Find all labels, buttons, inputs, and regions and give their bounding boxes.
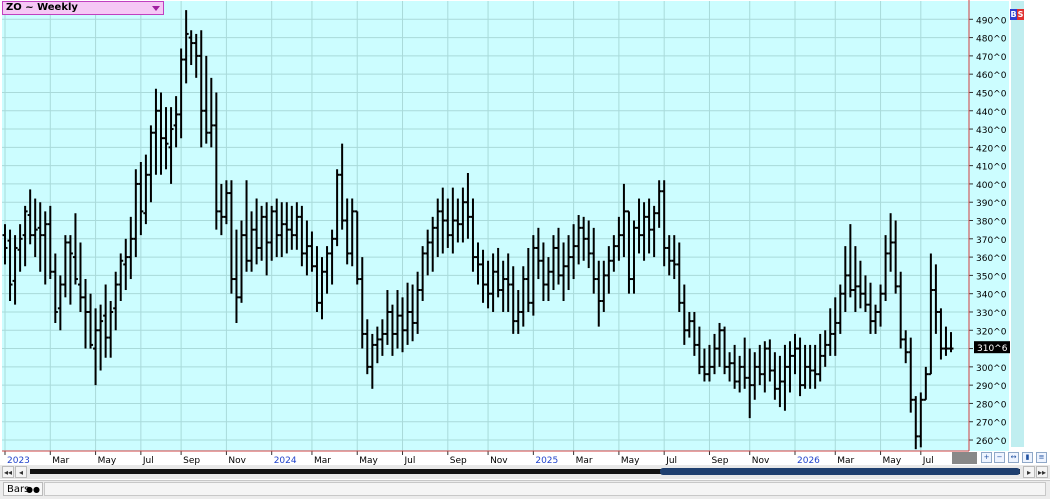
- y-tick-label: 280^0: [976, 400, 1007, 410]
- zoom-in-icon[interactable]: +: [981, 452, 992, 463]
- y-tick-label: 420^0: [976, 144, 1007, 154]
- y-tick-label: 390^0: [976, 199, 1007, 209]
- scroll-icon[interactable]: ↔: [1008, 452, 1019, 463]
- y-tick-label: 300^0: [976, 364, 1007, 374]
- y-tick-label: 340^0: [976, 291, 1007, 301]
- scroll-left-button[interactable]: ◂: [15, 466, 27, 478]
- y-tick-label: 380^0: [976, 218, 1007, 228]
- x-tick-label: May: [98, 456, 117, 465]
- x-tick-label: Nov: [752, 456, 770, 465]
- y-tick-label: 470^0: [976, 53, 1007, 63]
- buy-icon[interactable]: B: [1010, 9, 1017, 20]
- y-tick-label: 460^0: [976, 71, 1007, 81]
- chevron-down-icon: [152, 6, 160, 11]
- last-price-label: 310^6: [977, 344, 1008, 354]
- x-tick-label: Mar: [837, 456, 854, 465]
- y-tick-label: 360^0: [976, 254, 1007, 264]
- status-field: [44, 482, 1046, 496]
- x-tick-label: Jul: [922, 456, 934, 465]
- y-tick-label: 290^0: [976, 382, 1007, 392]
- price-chart: 260^0270^0280^0290^0300^0310^0320^0330^0…: [0, 0, 1050, 465]
- scroll-first-button[interactable]: ◂◂: [2, 466, 14, 478]
- x-tick-label: Mar: [52, 456, 69, 465]
- y-tick-label: 410^0: [976, 163, 1007, 173]
- x-tick-label: Sep: [183, 456, 200, 465]
- x-tick-label: Jul: [142, 456, 154, 465]
- y-tick-label: 260^0: [976, 437, 1007, 447]
- y-tick-label: 370^0: [976, 236, 1007, 246]
- y-tick-label: 450^0: [976, 89, 1007, 99]
- y-tick-label: 270^0: [976, 419, 1007, 429]
- x-tick-label: 2025: [535, 456, 558, 465]
- x-tick-label: Mar: [576, 456, 593, 465]
- y-tick-label: 330^0: [976, 309, 1007, 319]
- y-tick-label: 350^0: [976, 272, 1007, 282]
- scroll-thumb[interactable]: [660, 468, 1020, 475]
- x-tick-label: Nov: [228, 456, 246, 465]
- chart-area: 260^0270^0280^0290^0300^0310^0320^0330^0…: [0, 0, 1050, 499]
- y-tick-label: 490^0: [976, 16, 1007, 26]
- x-tick-label: Sep: [711, 456, 728, 465]
- symbol-selector[interactable]: ZO ~ Weekly: [2, 1, 164, 15]
- y-tick-label: 430^0: [976, 126, 1007, 136]
- scroll-last-button[interactable]: ▸▸: [1036, 466, 1048, 478]
- x-tick-label: Nov: [490, 456, 508, 465]
- sell-icon[interactable]: S: [1017, 9, 1024, 20]
- x-tick-label: Jul: [665, 456, 677, 465]
- scroll-right-button[interactable]: ▸: [1023, 466, 1035, 478]
- bars-selector[interactable]: Bars ●●: [3, 482, 43, 496]
- x-tick-label: May: [359, 456, 378, 465]
- x-tick-label: Sep: [450, 456, 467, 465]
- x-tick-label: May: [621, 456, 640, 465]
- y-tick-label: 400^0: [976, 181, 1007, 191]
- price-scale-corner: [952, 452, 977, 464]
- settings-icon[interactable]: ≡: [1036, 452, 1047, 463]
- x-tick-label: Mar: [314, 456, 331, 465]
- x-tick-label: Jul: [404, 456, 416, 465]
- x-tick-label: 2023: [7, 456, 30, 465]
- right-strip: [1011, 1, 1024, 447]
- symbol-label: ZO ~ Weekly: [6, 2, 78, 13]
- plot-area: [2, 1, 969, 451]
- buy-sell-icons[interactable]: B S: [1010, 9, 1024, 20]
- y-tick-label: 480^0: [976, 35, 1007, 45]
- y-tick-label: 440^0: [976, 108, 1007, 118]
- x-tick-label: May: [883, 456, 902, 465]
- x-tick-label: 2024: [274, 456, 297, 465]
- chart-type-icon[interactable]: ▮: [1022, 452, 1033, 463]
- x-tick-label: 2026: [797, 456, 820, 465]
- y-tick-label: 320^0: [976, 327, 1007, 337]
- zoom-out-icon[interactable]: −: [994, 452, 1005, 463]
- toggle-icon: ●●: [26, 485, 40, 494]
